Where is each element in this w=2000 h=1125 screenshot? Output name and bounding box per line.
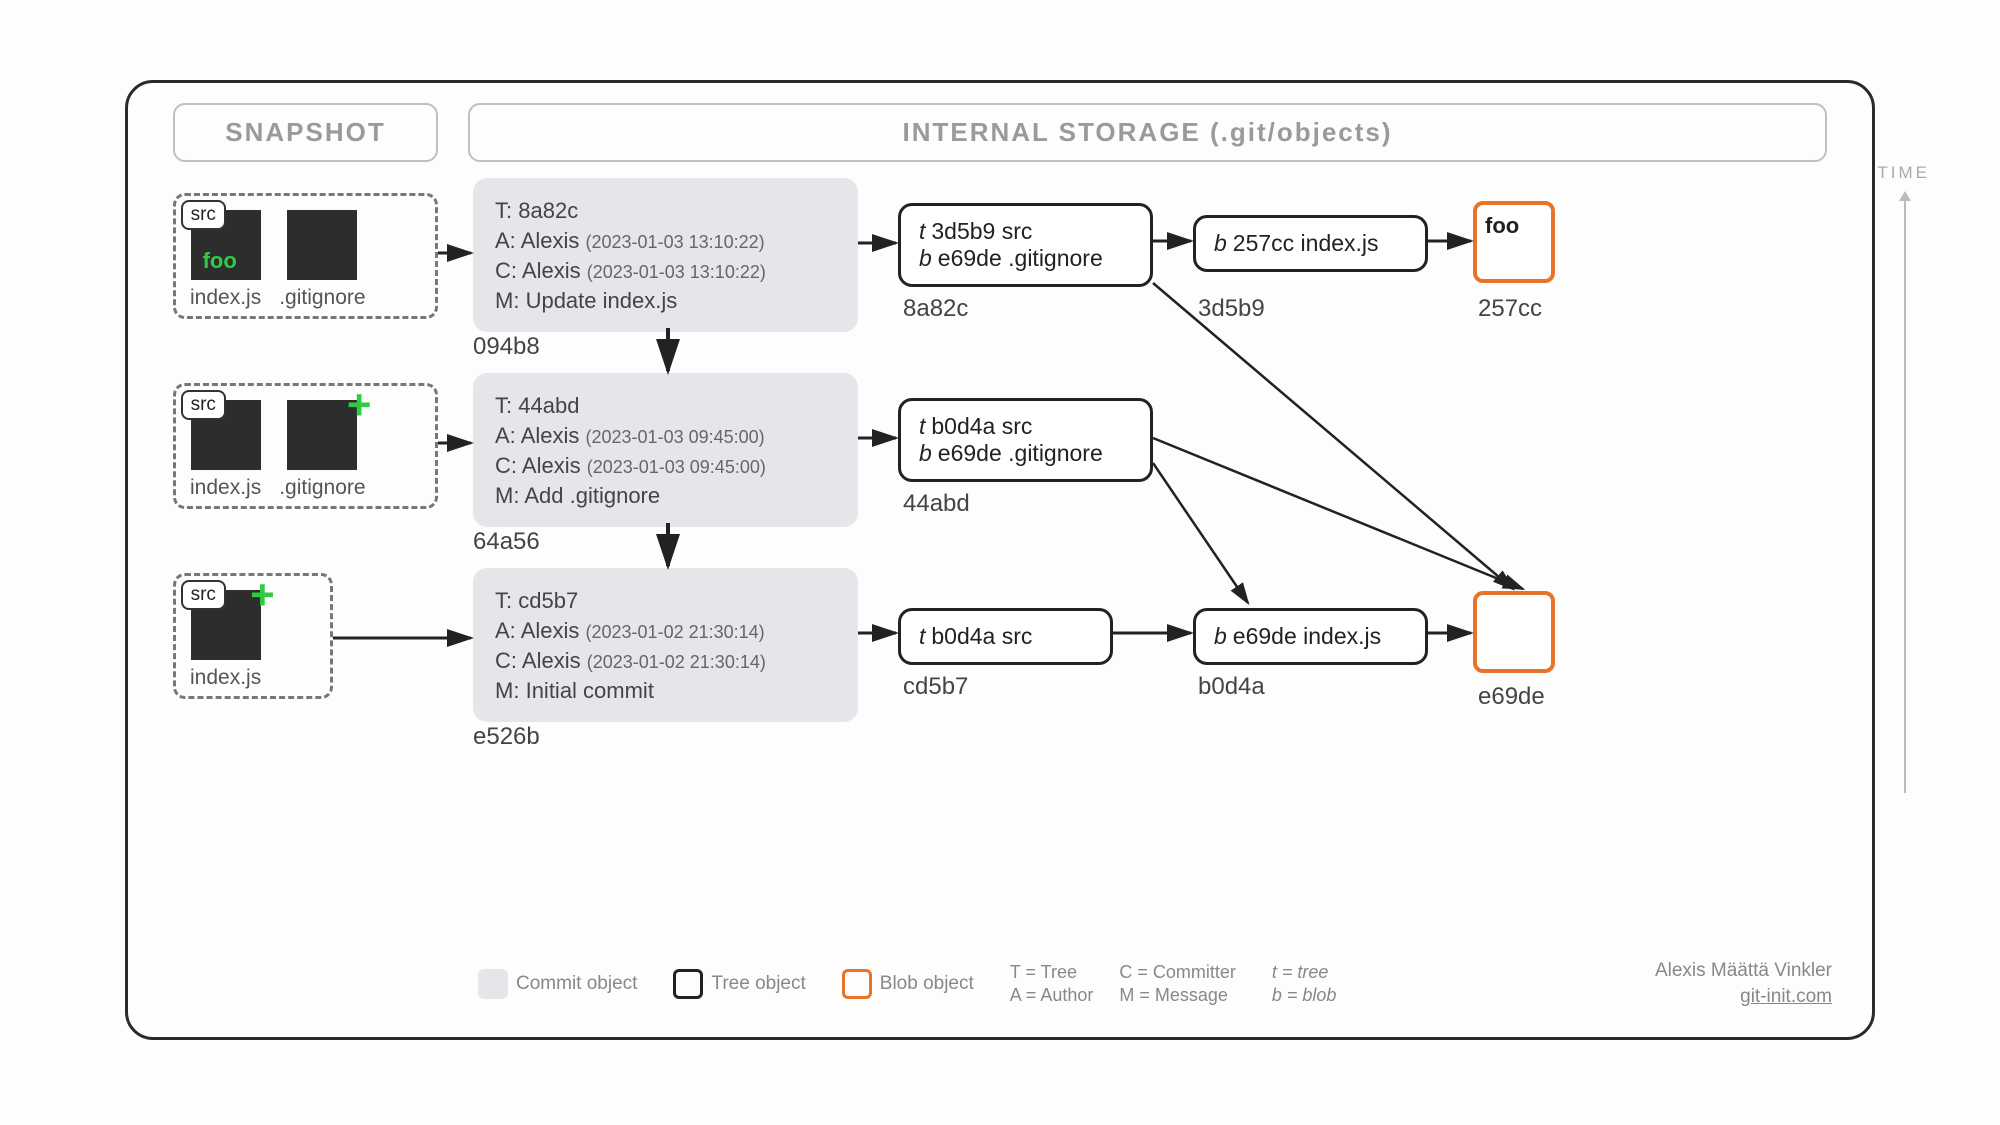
file-name-label: index.js: [190, 476, 261, 500]
commit-hash-2: e526b: [473, 723, 540, 751]
file-icon: src foo: [191, 210, 261, 280]
file-gitignore: .gitignore: [279, 210, 365, 310]
tree-hash-1: 44abd: [903, 490, 970, 518]
file-gitignore: + .gitignore: [279, 400, 365, 500]
label-tree: T:: [495, 198, 512, 223]
tree-object-1: tb0d4a src be69de .gitignore: [898, 398, 1153, 482]
commit-committer: Alexis: [522, 258, 581, 283]
subtree-object-0: b257cc index.js: [1193, 215, 1428, 272]
tree-entry: 257cc index.js: [1233, 230, 1379, 256]
file-name-label: index.js: [190, 666, 261, 690]
commit-author: Alexis: [521, 228, 580, 253]
file-icon: src +: [191, 590, 261, 660]
legend: Commit object Tree object Blob object T …: [478, 958, 1832, 1011]
file-content-label: foo: [203, 248, 237, 274]
legend-keys-lower: t = tree b = blob: [1272, 962, 1363, 1006]
tree-hash-0: 8a82c: [903, 295, 968, 323]
file-icon: src: [191, 400, 261, 470]
subtree-hash-0: 3d5b9: [1198, 295, 1265, 323]
header-storage: INTERNAL STORAGE (.git/objects): [468, 103, 1827, 162]
time-axis-arrow: [1904, 193, 1906, 793]
commit-hash-1: 64a56: [473, 528, 540, 556]
commit-message: Add .gitignore: [524, 483, 660, 508]
blob-object-1: [1473, 591, 1555, 673]
commit-author: Alexis: [521, 423, 580, 448]
folder-tag: src: [181, 580, 226, 610]
commit-committer: Alexis: [522, 648, 581, 673]
blob-object-0: foo: [1473, 201, 1555, 283]
legend-commit: Commit object: [478, 969, 637, 999]
tree-entry: e69de .gitignore: [938, 245, 1103, 271]
commit-card-2: T: cd5b7 A: Alexis (2023-01-02 21:30:14)…: [473, 568, 858, 722]
file-name-label: .gitignore: [279, 286, 365, 310]
tree-entry: e69de .gitignore: [938, 440, 1103, 466]
blob-content: foo: [1485, 213, 1519, 239]
credit: Alexis Määttä Vinkler git-init.com: [1655, 958, 1832, 1011]
legend-keys: T = Tree C = Committer A = Author M = Me…: [1010, 962, 1236, 1006]
label-author: A:: [495, 228, 516, 253]
blob-hash-1: e69de: [1478, 683, 1545, 711]
credit-site: git-init.com: [1655, 984, 1832, 1011]
folder-tag: src: [181, 200, 226, 230]
credit-name: Alexis Määttä Vinkler: [1655, 958, 1832, 985]
file-name-label: .gitignore: [279, 476, 365, 500]
snapshot-row-2: src + index.js: [173, 573, 333, 699]
folder-tag: src: [181, 390, 226, 420]
file-name-label: index.js: [190, 286, 261, 310]
time-axis-label: TIME: [1877, 163, 1930, 183]
header-snapshot: SNAPSHOT: [173, 103, 438, 162]
tree-entry: b0d4a src: [931, 623, 1032, 649]
commit-card-1: T: 44abd A: Alexis (2023-01-03 09:45:00)…: [473, 373, 858, 527]
commit-author-ts: (2023-01-03 13:10:22): [586, 232, 765, 252]
file-icon: +: [287, 400, 357, 470]
tree-object-2: tb0d4a src: [898, 608, 1113, 665]
commit-tree: 8a82c: [518, 198, 578, 223]
file-index-js: src + index.js: [190, 590, 261, 690]
commit-tree: cd5b7: [518, 588, 578, 613]
tree-entry: e69de index.js: [1233, 623, 1381, 649]
diagram-frame: SNAPSHOT INTERNAL STORAGE (.git/objects)…: [125, 80, 1875, 1040]
commit-hash-0: 094b8: [473, 333, 540, 361]
plus-icon: +: [347, 384, 372, 426]
tree-entry: 3d5b9 src: [931, 218, 1032, 244]
commit-card-0: T: 8a82c A: Alexis (2023-01-03 13:10:22)…: [473, 178, 858, 332]
tree-object-0: t3d5b9 src be69de .gitignore: [898, 203, 1153, 287]
commit-message: Initial commit: [526, 678, 654, 703]
tree-hash-2: cd5b7: [903, 673, 968, 701]
tree-entry: b0d4a src: [931, 413, 1032, 439]
commit-author: Alexis: [521, 618, 580, 643]
plus-icon: +: [250, 574, 275, 616]
legend-blob: Blob object: [842, 969, 974, 999]
commit-message: Update index.js: [526, 288, 678, 313]
snapshot-row-1: src index.js + .gitignore: [173, 383, 438, 509]
file-icon: [287, 210, 357, 280]
subtree-hash-2: b0d4a: [1198, 673, 1265, 701]
header-row: SNAPSHOT INTERNAL STORAGE (.git/objects): [173, 103, 1827, 162]
file-index-js: src foo index.js: [190, 210, 261, 310]
subtree-object-2: be69de index.js: [1193, 608, 1428, 665]
commit-committer: Alexis: [522, 453, 581, 478]
label-message: M:: [495, 288, 519, 313]
legend-tree: Tree object: [673, 969, 805, 999]
commit-committer-ts: (2023-01-03 13:10:22): [587, 262, 766, 282]
commit-tree: 44abd: [518, 393, 579, 418]
blob-hash-0: 257cc: [1478, 295, 1542, 323]
label-committer: C:: [495, 258, 517, 283]
file-index-js: src index.js: [190, 400, 261, 500]
snapshot-row-0: src foo index.js .gitignore: [173, 193, 438, 319]
